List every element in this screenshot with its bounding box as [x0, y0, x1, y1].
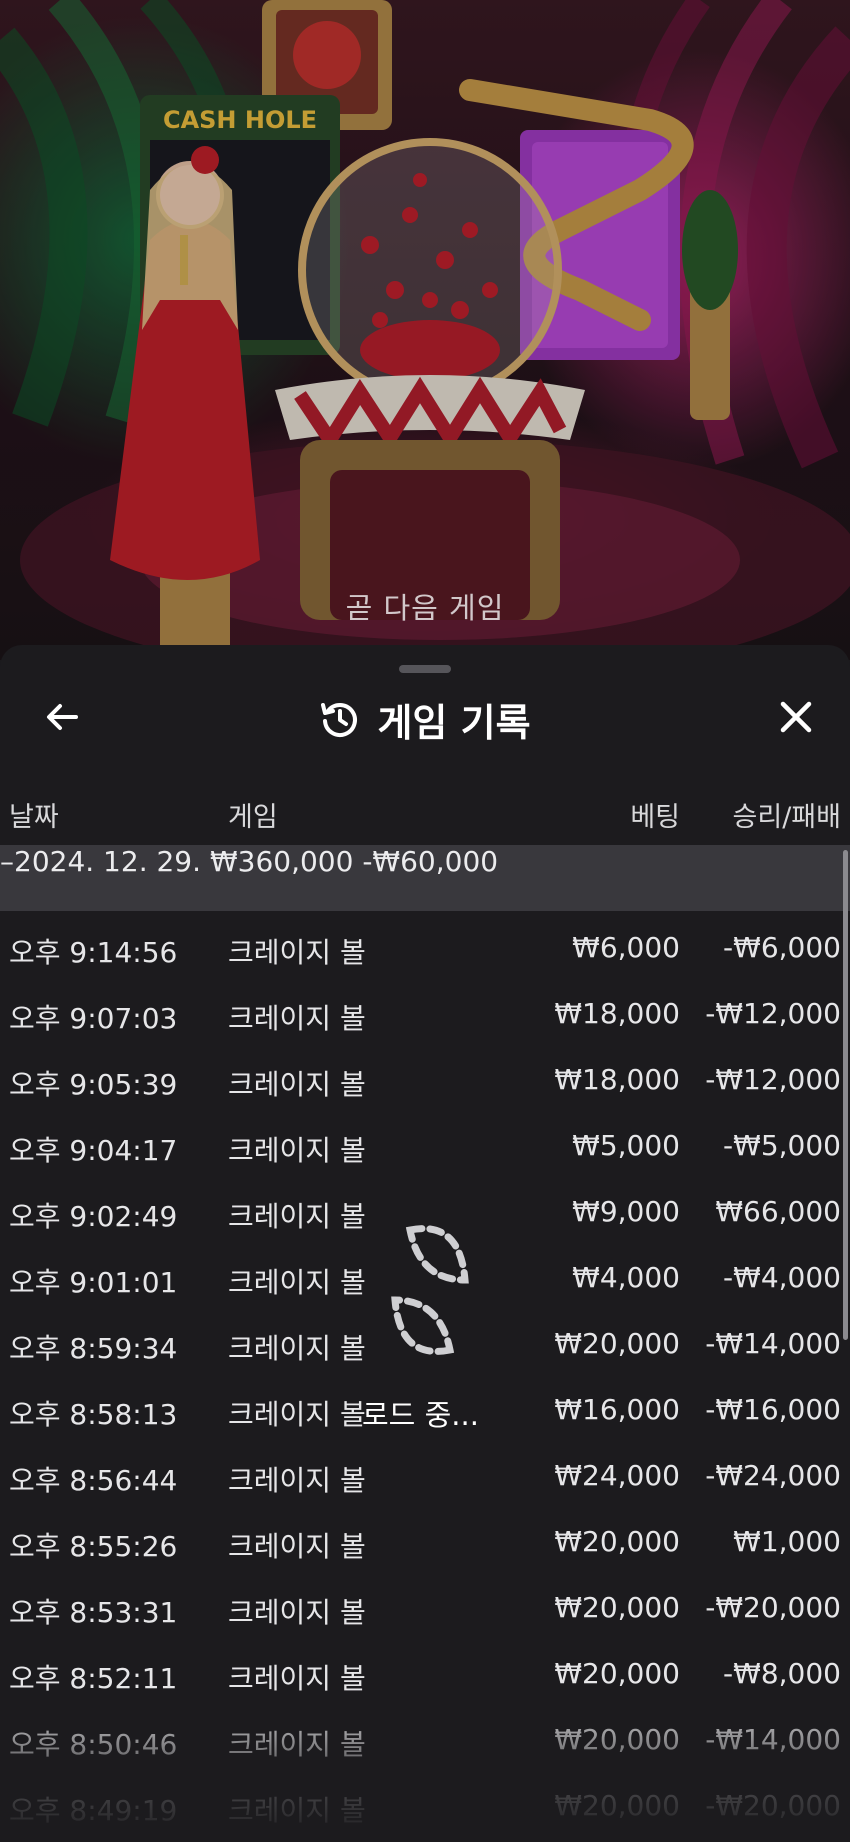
row-bet: ₩6,000: [572, 931, 680, 964]
row-bet: ₩5,000: [572, 1129, 680, 1162]
row-result: -₩6,000: [723, 931, 841, 964]
row-game: 크레이지 볼: [228, 1662, 366, 1695]
row-game: 크레이지 볼: [228, 936, 366, 969]
row-game: 크레이지 볼: [228, 1134, 366, 1167]
row-time: 오후 9:04:17: [9, 1134, 178, 1167]
date-group-label: –2024. 12. 29.: [0, 845, 202, 878]
row-time: 오후 8:53:31: [9, 1596, 178, 1629]
row-result: -₩14,000: [705, 1723, 841, 1756]
row-game: 크레이지 볼: [228, 1002, 366, 1035]
row-game: 크레이지 볼: [228, 1068, 366, 1101]
row-result: ₩1,000: [733, 1525, 841, 1558]
row-bet: ₩4,000: [572, 1261, 680, 1294]
row-bet: ₩20,000: [554, 1789, 680, 1822]
row-time: 오후 9:02:49: [9, 1200, 178, 1233]
row-game: 크레이지 볼: [228, 1464, 366, 1497]
next-game-caption: 곧 다음 게임: [345, 591, 505, 625]
row-result: -₩24,000: [705, 1459, 841, 1492]
row-result: -₩8,000: [723, 1657, 841, 1690]
row-time: 오후 8:50:46: [9, 1728, 178, 1761]
table-row[interactable]: 오후 8:49:19 크레이지 볼 ₩20,000 -₩20,000: [0, 1769, 850, 1835]
game-studio-illustration: CASH HOLE: [0, 0, 850, 660]
row-bet: ₩20,000: [554, 1525, 680, 1558]
row-time: 오후 8:58:13: [9, 1398, 178, 1431]
row-game: 크레이지 볼: [228, 1332, 366, 1365]
table-header: 날짜 게임 베팅 승리/패배: [0, 795, 850, 839]
row-game: 크레이지 볼: [228, 1266, 366, 1299]
table-row[interactable]: 오후 8:53:31 크레이지 볼 ₩20,000 -₩20,000: [0, 1571, 850, 1637]
row-game: 크레이지 볼: [228, 1728, 366, 1761]
row-time: 오후 8:52:11: [9, 1662, 178, 1695]
table-row[interactable]: 오후 8:55:26 크레이지 볼 ₩20,000 ₩1,000: [0, 1505, 850, 1571]
row-bet: ₩24,000: [554, 1459, 680, 1492]
loading-spinner-icon: [391, 1225, 469, 1355]
column-header-date: 날짜: [9, 802, 59, 833]
column-header-result: 승리/패배: [732, 802, 841, 833]
column-header-game: 게임: [228, 802, 278, 833]
row-result: -₩12,000: [705, 1063, 841, 1096]
row-bet: ₩20,000: [554, 1657, 680, 1690]
row-game: 크레이지 볼: [228, 1200, 366, 1233]
row-result: -₩14,000: [705, 1327, 841, 1360]
row-bet: ₩20,000: [554, 1723, 680, 1756]
history-icon: [321, 703, 358, 738]
row-time: 오후 9:07:03: [9, 1002, 178, 1035]
row-time: 오후 8:49:19: [9, 1794, 178, 1827]
page-title: 게임 기록: [377, 700, 531, 745]
row-result: -₩5,000: [723, 1129, 841, 1162]
table-row[interactable]: 오후 9:04:17 크레이지 볼 ₩5,000 -₩5,000: [0, 1109, 850, 1175]
row-game: 크레이지 볼: [228, 1596, 366, 1629]
row-time: 오후 9:01:01: [9, 1266, 178, 1299]
table-row[interactable]: 오후 8:52:11 크레이지 볼 ₩20,000 -₩8,000: [0, 1637, 850, 1703]
row-bet: ₩20,000: [554, 1327, 680, 1360]
row-result: -₩12,000: [705, 997, 841, 1030]
row-result: -₩4,000: [723, 1261, 841, 1294]
date-group-result-total: -₩60,000: [362, 845, 499, 878]
table-row[interactable]: 오후 9:05:39 크레이지 볼 ₩18,000 -₩12,000: [0, 1043, 850, 1109]
row-result: -₩20,000: [705, 1789, 841, 1822]
table-row[interactable]: 오후 9:07:03 크레이지 볼 ₩18,000 -₩12,000: [0, 977, 850, 1043]
sheet-drag-handle[interactable]: [399, 665, 451, 673]
table-row[interactable]: 오후 9:14:56 크레이지 볼 ₩6,000 -₩6,000: [0, 911, 850, 977]
row-time: 오후 8:59:34: [9, 1332, 178, 1365]
table-scrollbar[interactable]: [843, 850, 848, 1340]
row-time: 오후 9:05:39: [9, 1068, 178, 1101]
row-bet: ₩20,000: [554, 1591, 680, 1624]
date-group-bet-total: ₩360,000: [209, 845, 354, 878]
close-button[interactable]: [764, 685, 828, 749]
loading-label: 로드 중...: [362, 1398, 479, 1432]
live-game-video: CASH HOLE 곧 다음 게임: [0, 0, 850, 660]
close-icon: [780, 701, 812, 733]
row-game: 크레이지 볼: [228, 1398, 366, 1431]
row-result: -₩16,000: [705, 1393, 841, 1426]
row-game: 크레이지 볼: [228, 1794, 366, 1827]
row-bet: ₩18,000: [554, 1063, 680, 1096]
row-time: 오후 9:14:56: [9, 936, 178, 969]
table-row[interactable]: 오후 8:50:46 크레이지 볼 ₩20,000 -₩14,000: [0, 1703, 850, 1769]
table-row[interactable]: 오후 8:56:44 크레이지 볼 ₩24,000 -₩24,000: [0, 1439, 850, 1505]
row-bet: ₩16,000: [554, 1393, 680, 1426]
row-bet: ₩9,000: [572, 1195, 680, 1228]
row-time: 오후 8:55:26: [9, 1530, 178, 1563]
row-bet: ₩18,000: [554, 997, 680, 1030]
column-header-bet: 베팅: [630, 802, 680, 833]
sheet-header: 게임 기록: [0, 691, 850, 747]
row-time: 오후 8:56:44: [9, 1464, 178, 1497]
row-result: ₩66,000: [715, 1195, 841, 1228]
row-game: 크레이지 볼: [228, 1530, 366, 1563]
date-group-row[interactable]: –2024. 12. 29. ₩360,000 -₩60,000: [0, 845, 850, 911]
row-result: -₩20,000: [705, 1591, 841, 1624]
